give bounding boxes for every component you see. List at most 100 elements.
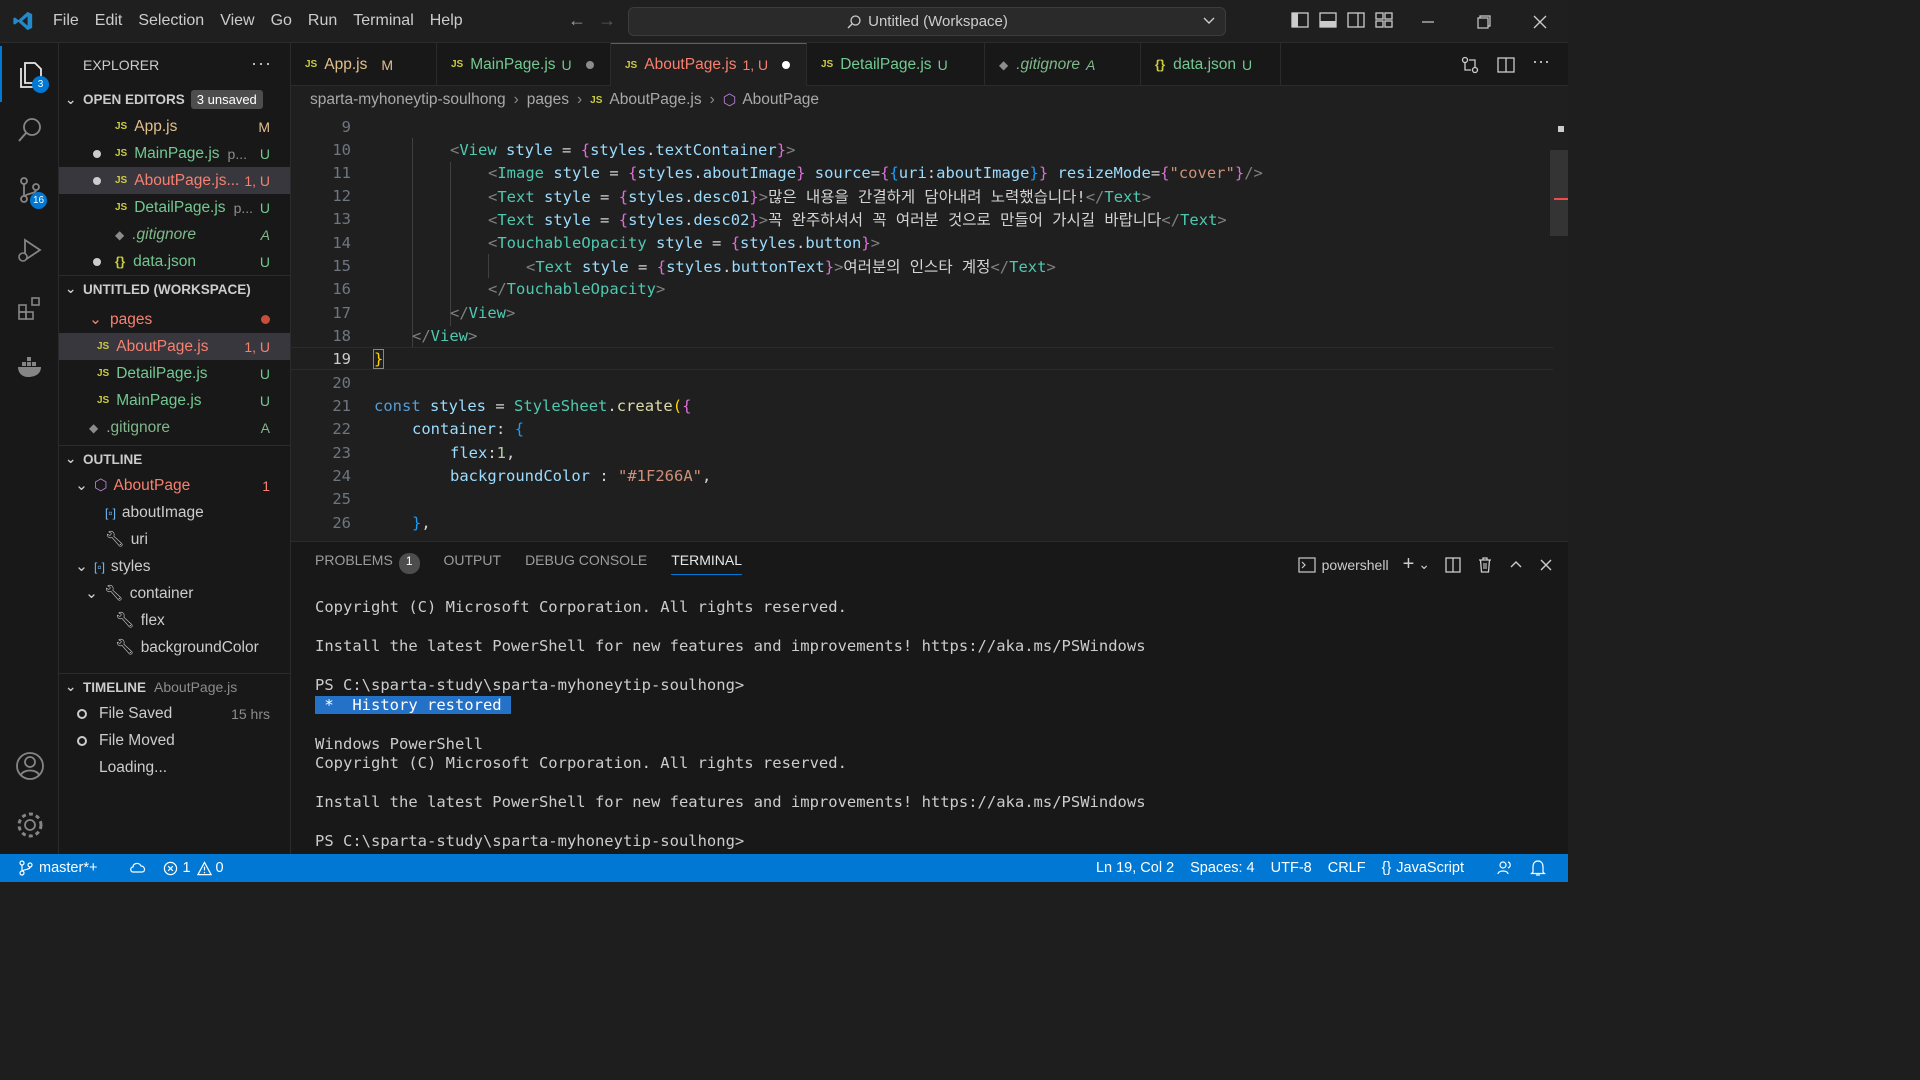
indentation[interactable]: Spaces: 4 bbox=[1190, 860, 1255, 876]
menu-go[interactable]: Go bbox=[263, 12, 300, 30]
customize-layout-icon[interactable] bbox=[1374, 10, 1394, 30]
tab-aboutpage-js[interactable]: JS AboutPage.js 1, U bbox=[611, 43, 807, 86]
problems-indicator[interactable]: 1 0 bbox=[163, 860, 239, 876]
cursor-position[interactable]: Ln 19, Col 2 bbox=[1096, 860, 1174, 876]
source-control-activity[interactable]: 16 bbox=[0, 162, 59, 218]
toggle-panel-icon[interactable] bbox=[1318, 10, 1338, 30]
terminal-output[interactable]: Copyright (C) Microsoft Corporation. All… bbox=[315, 598, 1146, 852]
branch-indicator[interactable]: master*+ bbox=[18, 860, 113, 876]
menu-view[interactable]: View bbox=[212, 12, 262, 30]
line-ending[interactable]: CRLF bbox=[1328, 860, 1366, 876]
editor-scrollbar[interactable] bbox=[1550, 150, 1568, 236]
open-editors-header[interactable]: ⌄ OPEN EDITORS 3 unsaved bbox=[59, 86, 290, 113]
terminal-selector[interactable]: powershell bbox=[1298, 557, 1389, 573]
split-editor-icon[interactable] bbox=[1496, 55, 1516, 75]
search-activity[interactable] bbox=[0, 102, 59, 158]
tab-mainpage-js[interactable]: JS MainPage.js U bbox=[437, 43, 611, 86]
compare-changes-icon[interactable] bbox=[1460, 55, 1480, 75]
tab-app-js[interactable]: JS App.js M bbox=[291, 43, 437, 86]
folder-item[interactable]: ⌄ pages bbox=[59, 306, 290, 333]
file-item[interactable]: JS DetailPage.js U bbox=[59, 360, 290, 387]
breadcrumb-item[interactable]: pages bbox=[527, 91, 569, 109]
tab-output[interactable]: OUTPUT bbox=[444, 552, 502, 575]
extensions-activity[interactable] bbox=[0, 280, 59, 336]
sync-icon[interactable] bbox=[129, 861, 147, 875]
accounts-activity[interactable] bbox=[0, 738, 59, 794]
outline-item[interactable]: ⌄ 🔧︎ container bbox=[59, 580, 290, 607]
resize-mode-value: "cover" bbox=[1169, 163, 1235, 182]
back-arrow-icon[interactable]: ← bbox=[568, 10, 586, 31]
menu-file[interactable]: File bbox=[45, 12, 87, 30]
toggle-primary-sidebar-icon[interactable] bbox=[1290, 10, 1310, 30]
outline-item[interactable]: 🔧︎ uri bbox=[59, 526, 290, 553]
menu-selection[interactable]: Selection bbox=[130, 12, 212, 30]
close-panel-icon[interactable] bbox=[1538, 557, 1554, 573]
new-terminal-icon[interactable]: + bbox=[1403, 553, 1415, 576]
workspace-header[interactable]: ⌄ UNTITLED (WORKSPACE) bbox=[59, 275, 290, 302]
open-editor-item[interactable]: JS App.js M bbox=[59, 113, 290, 140]
unsaved-dot-icon[interactable] bbox=[93, 257, 101, 266]
timeline-item[interactable]: File Moved bbox=[59, 727, 290, 754]
breadcrumb-item[interactable]: AboutPage.js bbox=[609, 91, 701, 109]
close-window-button[interactable] bbox=[1512, 0, 1568, 43]
file-item[interactable]: JS AboutPage.js 1, U bbox=[59, 333, 290, 360]
outline-item[interactable]: [▫] aboutImage bbox=[59, 499, 290, 526]
git-decoration: A bbox=[260, 419, 270, 436]
tab-data-json[interactable]: {} data.json U bbox=[1141, 43, 1281, 86]
command-center[interactable]: Untitled (Workspace) bbox=[628, 7, 1226, 36]
unsaved-dot-icon[interactable] bbox=[782, 61, 791, 69]
gear-icon bbox=[17, 812, 42, 838]
restore-button[interactable] bbox=[1456, 0, 1512, 43]
open-editor-item[interactable]: JS AboutPage.js... 1, U bbox=[59, 167, 290, 194]
breadcrumb-item[interactable]: sparta-myhoneytip-soulhong bbox=[310, 91, 506, 109]
more-actions-icon[interactable]: ··· bbox=[251, 53, 272, 74]
timeline-item[interactable]: File Saved 15 hrs bbox=[59, 700, 290, 727]
minimize-button[interactable] bbox=[1400, 0, 1456, 43]
chevron-down-icon[interactable] bbox=[1201, 12, 1217, 28]
menu-help[interactable]: Help bbox=[422, 12, 471, 30]
menu-edit[interactable]: Edit bbox=[87, 12, 131, 30]
encoding[interactable]: UTF-8 bbox=[1271, 860, 1312, 876]
menu-run[interactable]: Run bbox=[300, 12, 345, 30]
manage-activity[interactable] bbox=[0, 797, 59, 853]
git-decoration: U bbox=[259, 199, 270, 216]
unsaved-dot-icon[interactable] bbox=[585, 60, 594, 69]
open-editor-item[interactable]: ◆ .gitignore A bbox=[59, 221, 290, 248]
outline-item[interactable]: 🔧︎ flex bbox=[59, 607, 290, 634]
tab-problems[interactable]: PROBLEMS 1 bbox=[315, 552, 420, 575]
trash-icon[interactable] bbox=[1476, 556, 1494, 574]
tab-debug-console[interactable]: DEBUG CONSOLE bbox=[525, 552, 647, 575]
menu-terminal[interactable]: Terminal bbox=[345, 12, 421, 30]
forward-arrow-icon[interactable]: → bbox=[598, 10, 616, 31]
file-item[interactable]: ◆ .gitignore A bbox=[59, 414, 290, 441]
outline-item[interactable]: 🔧︎ backgroundColor bbox=[59, 634, 290, 661]
outline-item[interactable]: ⌄ ⬡ AboutPage 1 bbox=[59, 472, 290, 499]
outline-header[interactable]: ⌄ OUTLINE bbox=[59, 445, 290, 472]
breadcrumb-item[interactable]: AboutPage bbox=[742, 91, 819, 109]
explorer-activity[interactable]: 3 bbox=[0, 46, 59, 102]
outline-item[interactable]: ⌄ [▫] styles bbox=[59, 553, 290, 580]
feedback-icon[interactable] bbox=[1496, 859, 1514, 877]
docker-activity[interactable] bbox=[0, 339, 59, 395]
tab-detailpage-js[interactable]: JS DetailPage.js U bbox=[807, 43, 985, 86]
chevron-down-icon[interactable]: ⌄ bbox=[1418, 556, 1430, 573]
open-editor-item[interactable]: {} data.json U bbox=[59, 248, 290, 275]
maximize-panel-icon[interactable] bbox=[1508, 557, 1524, 573]
run-debug-activity[interactable] bbox=[0, 222, 59, 278]
unsaved-dot-icon[interactable] bbox=[93, 149, 101, 158]
tab-terminal[interactable]: TERMINAL bbox=[671, 552, 742, 575]
timeline-header[interactable]: ⌄ TIMELINE AboutPage.js bbox=[59, 673, 290, 700]
tab-gitignore[interactable]: ◆ .gitignore A bbox=[985, 43, 1141, 86]
chevron-right-icon: › bbox=[709, 91, 715, 108]
language-mode[interactable]: {} JavaScript bbox=[1382, 860, 1480, 876]
open-editor-item[interactable]: JS MainPage.js p... U bbox=[59, 140, 290, 167]
bell-icon[interactable] bbox=[1530, 859, 1546, 877]
open-editor-item[interactable]: JS DetailPage.js p... U bbox=[59, 194, 290, 221]
split-terminal-icon[interactable] bbox=[1444, 556, 1462, 574]
toggle-secondary-sidebar-icon[interactable] bbox=[1346, 10, 1366, 30]
more-actions-icon[interactable]: ··· bbox=[1532, 51, 1550, 75]
code-editor[interactable]: 9 10 <View style = {styles.textContainer}… bbox=[291, 114, 1568, 541]
file-item[interactable]: JS MainPage.js U bbox=[59, 387, 290, 414]
unsaved-dot-icon[interactable] bbox=[93, 176, 101, 185]
tab-label: DetailPage.js bbox=[840, 55, 932, 73]
